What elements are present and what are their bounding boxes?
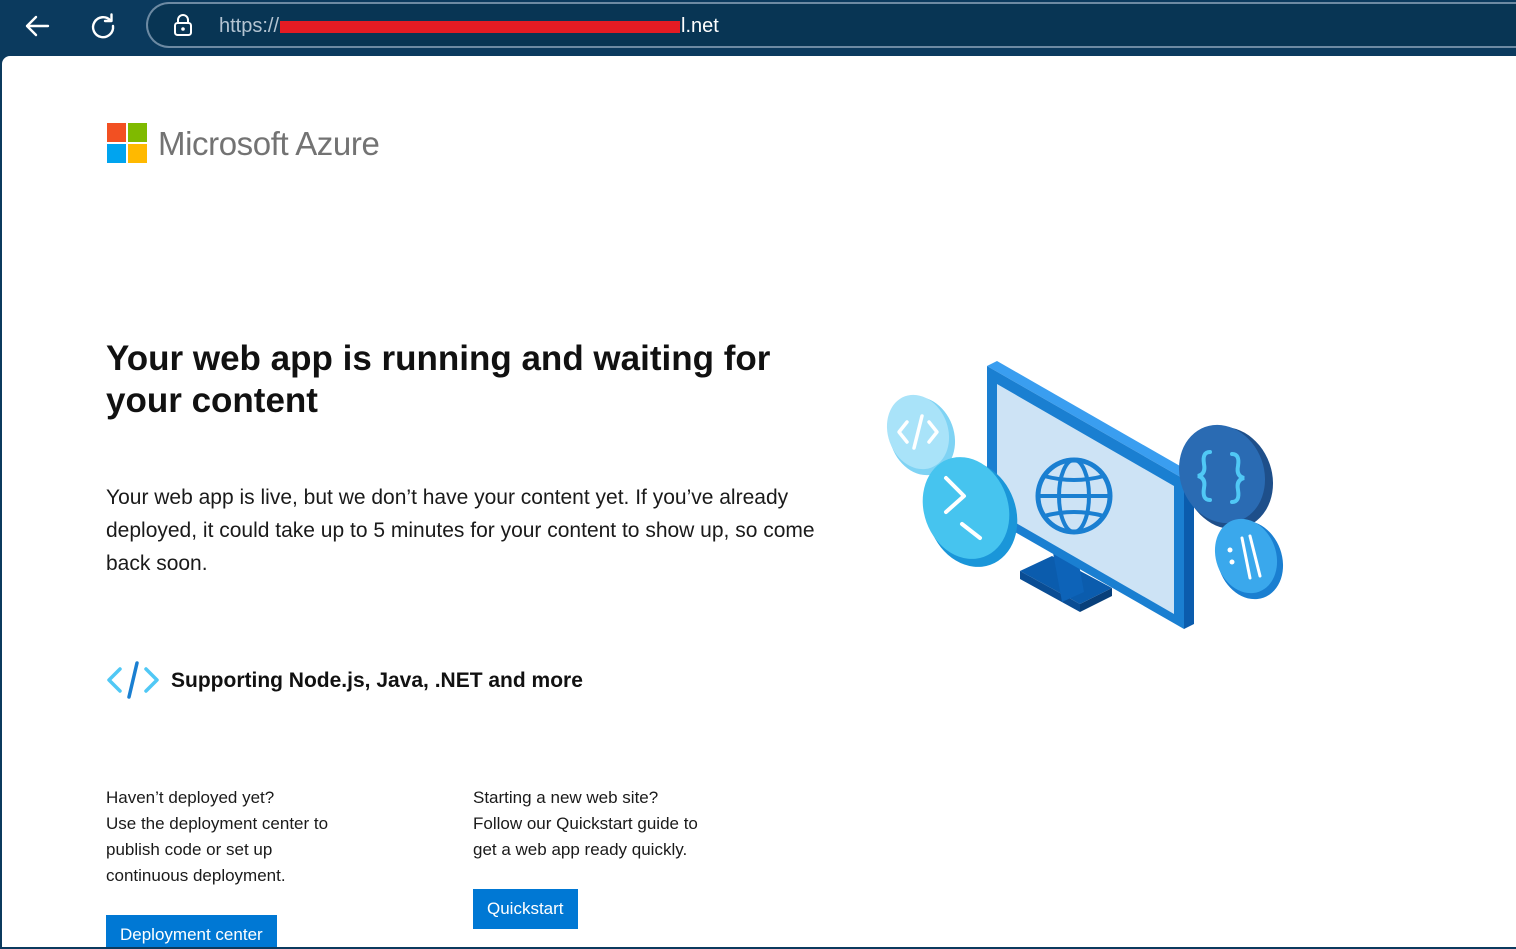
url-prefix: https:// bbox=[219, 15, 280, 37]
deployment-center-button[interactable]: Deployment center bbox=[106, 915, 277, 947]
quickstart-button[interactable]: Quickstart bbox=[473, 889, 578, 929]
page-title: Your web app is running and waiting for … bbox=[106, 339, 771, 420]
microsoft-azure-logo: Microsoft Azure bbox=[107, 122, 407, 166]
code-brackets-icon bbox=[107, 661, 159, 699]
intro-paragraph: Your web app is live, but we don’t have … bbox=[106, 486, 815, 575]
ms-logo-tile-yellow bbox=[128, 144, 147, 163]
back-button[interactable] bbox=[19, 8, 55, 44]
ms-logo-tile-red bbox=[107, 123, 126, 142]
deploy-info-line: Use the deployment center to bbox=[106, 814, 329, 833]
web-app-illustration bbox=[886, 361, 1284, 629]
deploy-info-line: publish code or set up bbox=[106, 840, 273, 859]
address-url[interactable]: https:// l.net bbox=[219, 13, 719, 39]
brand-name: Microsoft Azure bbox=[158, 125, 380, 162]
refresh-icon bbox=[91, 13, 115, 39]
quickstart-info-line: Follow our Quickstart guide to bbox=[473, 814, 698, 833]
deploy-info-line: continuous deployment. bbox=[106, 866, 286, 885]
arrow-left-icon bbox=[25, 15, 50, 37]
supported-stacks-label: Supporting Node.js, Java, .NET and more bbox=[171, 669, 583, 692]
page-content: Microsoft Azure Your web app is running … bbox=[2, 56, 1516, 947]
ms-logo-tile-green bbox=[128, 123, 147, 142]
refresh-button[interactable] bbox=[85, 8, 121, 44]
browser-toolbar: https:// l.net bbox=[0, 0, 1516, 56]
deploy-info-line: Haven’t deployed yet? bbox=[106, 788, 275, 807]
lock-icon bbox=[174, 14, 192, 36]
deploy-info: Haven’t deployed yet? Use the deployment… bbox=[106, 785, 406, 889]
ms-logo-tile-blue bbox=[107, 144, 126, 163]
quickstart-info-line: get a web app ready quickly. bbox=[473, 840, 688, 859]
quickstart-info: Starting a new web site? Follow our Quic… bbox=[473, 785, 793, 863]
quickstart-info-line: Starting a new web site? bbox=[473, 788, 659, 807]
url-redaction bbox=[280, 20, 681, 33]
url-suffix: l.net bbox=[681, 15, 719, 37]
